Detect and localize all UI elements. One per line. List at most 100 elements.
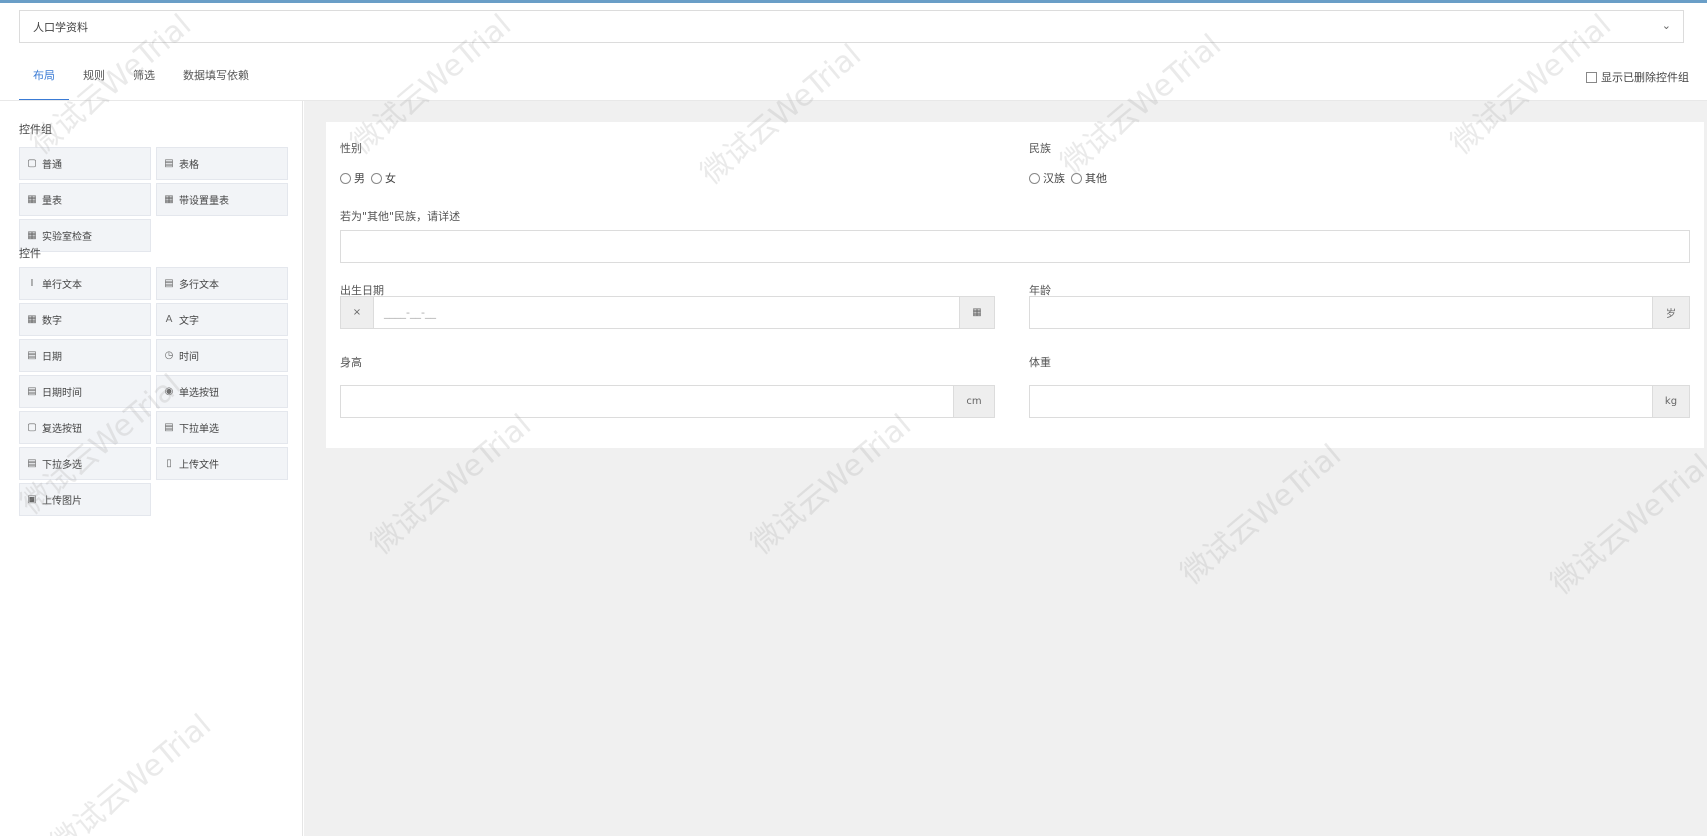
clear-date-button[interactable]: × bbox=[340, 296, 374, 329]
show-deleted-checkbox[interactable] bbox=[1586, 71, 1597, 83]
age-field: 岁 bbox=[1029, 296, 1690, 329]
palette-item-label: 文字 bbox=[179, 316, 199, 327]
palette-item-label: 日期 bbox=[42, 352, 62, 363]
form-selector[interactable]: 人口学资料 ⌄ bbox=[19, 10, 1684, 43]
control-group-list: ▢ 普通 ▤ 表格 ▦ 量表 ▦ 带设置量表 ▦ 实验室检查 bbox=[19, 147, 288, 252]
ethnicity-label: 民族 bbox=[1029, 142, 1051, 155]
palette-item-configurable-scale[interactable]: ▦ 带设置量表 bbox=[156, 183, 288, 216]
height-unit: cm bbox=[953, 385, 995, 418]
tab-rules[interactable]: 规则 bbox=[69, 58, 119, 101]
palette-item-radio[interactable]: ◉ 单选按钮 bbox=[156, 375, 288, 408]
table-icon: ▤ bbox=[164, 158, 174, 169]
component-palette: 控件组 ▢ 普通 ▤ 表格 ▦ 量表 ▦ 带设置量表 ▦ 实验室检查 控件 I 单行文本 ▤… bbox=[0, 101, 303, 836]
calendar-icon: ▤ bbox=[27, 386, 37, 397]
show-deleted-label: 显示已删除控件组 bbox=[1601, 71, 1689, 84]
file-icon: ▯ bbox=[166, 458, 172, 469]
ethnicity-option-other[interactable]: 其他 bbox=[1071, 170, 1107, 186]
palette-item-table[interactable]: ▤ 表格 bbox=[156, 147, 288, 180]
gender-radio-group: 男 女 bbox=[340, 170, 396, 186]
age-unit: 岁 bbox=[1652, 296, 1690, 329]
radio-icon: ◉ bbox=[164, 386, 174, 397]
radio-icon[interactable] bbox=[371, 172, 382, 184]
other-ethnicity-label: 若为"其他"民族，请详述 bbox=[340, 210, 461, 223]
height-field: cm bbox=[340, 385, 995, 418]
palette-item-label: 上传文件 bbox=[179, 460, 219, 471]
palette-item-label: 表格 bbox=[179, 160, 199, 171]
grid-icon: ▦ bbox=[27, 194, 37, 205]
palette-item-label: 日期时间 bbox=[42, 388, 82, 399]
palette-item-label: 上传图片 bbox=[42, 496, 82, 507]
weight-field: kg bbox=[1029, 385, 1690, 418]
form-design-canvas: 性别 男 女 民族 汉族 其他 若为"其他"民族，请详述 出生日期 × ____… bbox=[304, 101, 1707, 836]
palette-item-scale[interactable]: ▦ 量表 bbox=[19, 183, 151, 216]
weight-unit: kg bbox=[1652, 385, 1690, 418]
birth-date-input[interactable]: ____-__-__ bbox=[374, 296, 959, 329]
chevron-down-icon[interactable]: ⌄ bbox=[1662, 19, 1671, 32]
top-accent-bar bbox=[0, 0, 1707, 3]
ethnicity-radio-group: 汉族 其他 bbox=[1029, 170, 1107, 186]
dropdown-icon: ▤ bbox=[27, 458, 37, 469]
palette-item-label: 下拉单选 bbox=[179, 424, 219, 435]
palette-item-datetime[interactable]: ▤ 日期时间 bbox=[19, 375, 151, 408]
control-section-title: 控件 bbox=[19, 247, 41, 260]
palette-item-label: 复选按钮 bbox=[42, 424, 82, 435]
radio-label: 男 bbox=[354, 172, 365, 185]
weight-label: 体重 bbox=[1029, 356, 1051, 369]
palette-item-upload-image[interactable]: ▣ 上传图片 bbox=[19, 483, 151, 516]
palette-item-dropdown-multi[interactable]: ▤ 下拉多选 bbox=[19, 447, 151, 480]
palette-item-normal[interactable]: ▢ 普通 bbox=[19, 147, 151, 180]
paragraph-icon: ▤ bbox=[164, 278, 174, 289]
dropdown-icon: ▤ bbox=[164, 422, 174, 433]
font-icon: A bbox=[165, 314, 173, 325]
radio-label: 汉族 bbox=[1043, 172, 1065, 185]
grid-icon: ▦ bbox=[27, 230, 37, 241]
gender-label: 性别 bbox=[340, 142, 362, 155]
form-selector-value: 人口学资料 bbox=[33, 20, 88, 34]
gender-option-female[interactable]: 女 bbox=[371, 170, 396, 186]
palette-item-multi-line-text[interactable]: ▤ 多行文本 bbox=[156, 267, 288, 300]
grid-icon: ▦ bbox=[164, 194, 174, 205]
checkbox-icon: ▢ bbox=[27, 422, 37, 433]
palette-item-upload-file[interactable]: ▯ 上传文件 bbox=[156, 447, 288, 480]
palette-item-label: 量表 bbox=[42, 196, 62, 207]
palette-item-label: 实验室检查 bbox=[42, 232, 92, 243]
square-icon: ▢ bbox=[27, 158, 37, 169]
height-input[interactable] bbox=[340, 385, 953, 418]
tab-data-dependency[interactable]: 数据填写依赖 bbox=[169, 58, 263, 101]
birth-date-field: × ____-__-__ ▦ bbox=[340, 296, 995, 329]
palette-item-dropdown-single[interactable]: ▤ 下拉单选 bbox=[156, 411, 288, 444]
palette-item-number[interactable]: ▦ 数字 bbox=[19, 303, 151, 336]
tab-filter[interactable]: 筛选 bbox=[119, 58, 169, 101]
palette-item-label: 普通 bbox=[42, 160, 62, 171]
text-cursor-icon: I bbox=[30, 278, 34, 289]
other-ethnicity-input[interactable] bbox=[340, 230, 1690, 263]
palette-item-date[interactable]: ▤ 日期 bbox=[19, 339, 151, 372]
number-icon: ▦ bbox=[27, 314, 37, 325]
palette-item-label: 多行文本 bbox=[179, 280, 219, 291]
palette-item-time[interactable]: ◷ 时间 bbox=[156, 339, 288, 372]
palette-item-single-line-text[interactable]: I 单行文本 bbox=[19, 267, 151, 300]
ethnicity-option-han[interactable]: 汉族 bbox=[1029, 170, 1065, 186]
palette-item-text[interactable]: A 文字 bbox=[156, 303, 288, 336]
control-group-section-title: 控件组 bbox=[19, 123, 52, 136]
calendar-icon: ▤ bbox=[27, 350, 37, 361]
radio-icon[interactable] bbox=[340, 172, 351, 184]
radio-label: 女 bbox=[385, 172, 396, 185]
weight-input[interactable] bbox=[1029, 385, 1652, 418]
palette-item-label: 下拉多选 bbox=[42, 460, 82, 471]
radio-icon[interactable] bbox=[1071, 172, 1082, 184]
control-list: I 单行文本 ▤ 多行文本 ▦ 数字 A 文字 ▤ 日期 ◷ 时间 ▤ 日期时间 ◉ 单选按钮 … bbox=[19, 267, 288, 516]
height-label: 身高 bbox=[340, 356, 362, 369]
gender-option-male[interactable]: 男 bbox=[340, 170, 365, 186]
calendar-icon[interactable]: ▦ bbox=[959, 296, 995, 329]
palette-item-label: 带设置量表 bbox=[179, 196, 229, 207]
show-deleted-toggle[interactable]: 显示已删除控件组 bbox=[1586, 69, 1689, 85]
palette-item-checkbox[interactable]: ▢ 复选按钮 bbox=[19, 411, 151, 444]
clock-icon: ◷ bbox=[164, 350, 174, 361]
form-card[interactable]: 性别 男 女 民族 汉族 其他 若为"其他"民族，请详述 出生日期 × ____… bbox=[326, 122, 1704, 448]
tab-bar: 布局 规则 筛选 数据填写依赖 bbox=[19, 58, 263, 101]
age-input[interactable] bbox=[1029, 296, 1652, 329]
tab-layout[interactable]: 布局 bbox=[19, 58, 69, 101]
palette-item-label: 时间 bbox=[179, 352, 199, 363]
radio-icon[interactable] bbox=[1029, 172, 1040, 184]
